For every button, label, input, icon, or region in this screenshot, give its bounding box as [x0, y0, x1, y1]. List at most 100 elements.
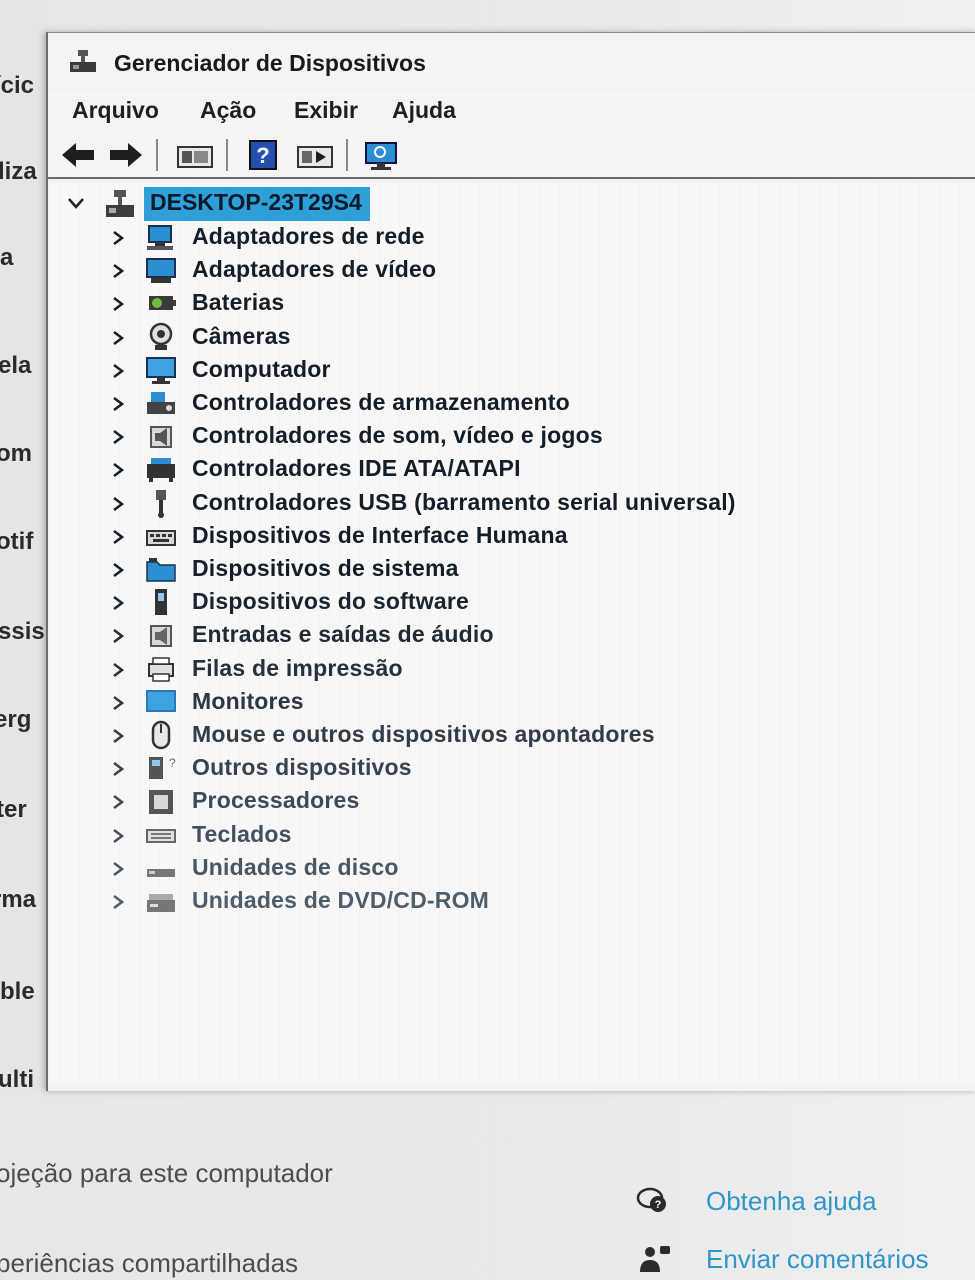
- send-feedback-link[interactable]: Enviar comentários: [706, 1244, 929, 1275]
- tree-node-label[interactable]: Dispositivos do software: [192, 588, 469, 615]
- tree-node[interactable]: Teclados: [108, 819, 908, 851]
- tree-node[interactable]: Dispositivos de Interface Humana: [108, 520, 908, 552]
- tree-node-label[interactable]: Mouse e outros dispositivos apontadores: [192, 721, 655, 748]
- tree-node-label[interactable]: Controladores de som, vídeo e jogos: [192, 422, 603, 449]
- sidebar-fragment[interactable]: a: [0, 244, 13, 272]
- tree-node-label[interactable]: Adaptadores de vídeo: [192, 256, 436, 283]
- tree-node[interactable]: Monitores: [108, 686, 908, 718]
- tree-node-label[interactable]: Entradas e saídas de áudio: [192, 621, 494, 648]
- chevron-right-icon[interactable]: [112, 462, 124, 478]
- help-icon[interactable]: ?: [244, 139, 284, 171]
- settings-text-shared-experiences[interactable]: periências compartilhadas: [0, 1248, 298, 1279]
- tree-node[interactable]: Câmeras: [108, 321, 908, 353]
- chevron-right-icon[interactable]: [112, 363, 124, 379]
- chevron-right-icon[interactable]: [112, 263, 124, 279]
- tree-node[interactable]: ? Outros dispositivos: [108, 752, 908, 784]
- chevron-right-icon[interactable]: [112, 330, 124, 346]
- tree-node[interactable]: Unidades de disco: [108, 852, 908, 884]
- chevron-right-icon[interactable]: [112, 662, 124, 678]
- toolbar-separator: [156, 139, 158, 171]
- sidebar-fragment[interactable]: ter: [0, 796, 27, 824]
- tree-node-label[interactable]: Teclados: [192, 821, 292, 848]
- forward-arrow-icon[interactable]: [106, 139, 146, 171]
- tree-node[interactable]: Baterias: [108, 287, 908, 319]
- computer-name-label[interactable]: DESKTOP-23T29S4: [144, 187, 370, 221]
- chevron-right-icon[interactable]: [112, 728, 124, 744]
- chevron-right-icon[interactable]: [112, 296, 124, 312]
- chevron-right-icon[interactable]: [112, 396, 124, 412]
- tree-node[interactable]: Mouse e outros dispositivos apontadores: [108, 719, 908, 751]
- unknown-device-icon: ?: [149, 756, 176, 780]
- menu-exibir[interactable]: Exibir: [294, 97, 358, 124]
- tree-node-label[interactable]: Unidades de DVD/CD-ROM: [192, 887, 489, 914]
- chevron-right-icon[interactable]: [112, 695, 124, 711]
- chevron-right-icon[interactable]: [112, 794, 124, 810]
- tree-node-label[interactable]: Filas de impressão: [192, 655, 403, 682]
- tree-node[interactable]: Controladores USB (barramento serial uni…: [108, 487, 908, 519]
- tree-node[interactable]: Filas de impressão: [108, 653, 908, 685]
- tree-node-label[interactable]: Controladores de armazenamento: [192, 389, 570, 416]
- tree-node-label[interactable]: Controladores USB (barramento serial uni…: [192, 489, 736, 516]
- back-arrow-icon[interactable]: [58, 139, 98, 171]
- sidebar-fragment[interactable]: om: [0, 440, 32, 468]
- sidebar-fragment[interactable]: ela: [0, 352, 31, 380]
- tree-node[interactable]: Entradas e saídas de áudio: [108, 619, 908, 651]
- feedback-person-icon[interactable]: [638, 1244, 672, 1274]
- tree-node[interactable]: Processadores: [108, 785, 908, 817]
- sidebar-fragment[interactable]: erg: [0, 706, 31, 734]
- tree-node[interactable]: Controladores de armazenamento: [108, 387, 908, 419]
- chevron-right-icon[interactable]: [112, 562, 124, 578]
- sidebar-fragment[interactable]: liza: [0, 158, 37, 186]
- sidebar-fragment[interactable]: ulti: [0, 1066, 34, 1090]
- tree-node[interactable]: Controladores IDE ATA/ATAPI: [108, 453, 908, 485]
- tree-node[interactable]: Adaptadores de vídeo: [108, 254, 908, 286]
- menu-ajuda[interactable]: Ajuda: [392, 97, 456, 124]
- tree-node-label[interactable]: Câmeras: [192, 323, 291, 350]
- chevron-right-icon[interactable]: [112, 761, 124, 777]
- tree-node-label[interactable]: Processadores: [192, 787, 360, 814]
- chevron-right-icon[interactable]: [112, 894, 124, 910]
- tree-node-label[interactable]: Baterias: [192, 289, 284, 316]
- chevron-right-icon[interactable]: [112, 861, 124, 877]
- computer-monitor-icon: [146, 356, 176, 384]
- battery-icon: [149, 296, 176, 311]
- tree-node-label[interactable]: Unidades de disco: [192, 854, 399, 881]
- scan-hardware-icon[interactable]: [362, 139, 402, 171]
- tree-node[interactable]: Dispositivos de sistema: [108, 553, 908, 585]
- sidebar-fragment[interactable]: otif: [0, 528, 33, 556]
- menu-acao[interactable]: Ação: [200, 97, 256, 124]
- menu-arquivo[interactable]: Arquivo: [72, 97, 159, 124]
- chevron-right-icon[interactable]: [112, 595, 124, 611]
- update-driver-icon[interactable]: [294, 139, 334, 171]
- chevron-right-icon[interactable]: [112, 496, 124, 512]
- tree-node[interactable]: Computador: [108, 354, 908, 386]
- chevron-down-icon[interactable]: [68, 197, 84, 209]
- camera-icon: [149, 322, 173, 350]
- printer-icon: [148, 656, 174, 682]
- sidebar-fragment[interactable]: ble: [0, 978, 35, 1006]
- help-chat-icon[interactable]: ?: [636, 1186, 670, 1216]
- chevron-right-icon[interactable]: [112, 230, 124, 246]
- title-bar[interactable]: Gerenciador de Dispositivos: [48, 33, 975, 87]
- sidebar-fragment[interactable]: rma: [0, 886, 36, 914]
- tree-node[interactable]: Controladores de som, vídeo e jogos: [108, 420, 908, 452]
- tree-node-label[interactable]: Controladores IDE ATA/ATAPI: [192, 455, 521, 482]
- tree-node[interactable]: Unidades de DVD/CD-ROM: [108, 885, 908, 917]
- tree-node-label[interactable]: Dispositivos de sistema: [192, 555, 459, 582]
- tree-node-label[interactable]: Outros dispositivos: [192, 754, 412, 781]
- sidebar-fragment[interactable]: ícic: [0, 72, 34, 100]
- tree-node[interactable]: Dispositivos do software: [108, 586, 908, 618]
- chevron-right-icon[interactable]: [112, 429, 124, 445]
- chevron-right-icon[interactable]: [112, 828, 124, 844]
- tree-node-label[interactable]: Adaptadores de rede: [192, 223, 425, 250]
- get-help-link[interactable]: Obtenha ajuda: [706, 1186, 877, 1217]
- tree-node-label[interactable]: Computador: [192, 356, 331, 383]
- tree-node-label[interactable]: Monitores: [192, 688, 304, 715]
- settings-text-projection[interactable]: ojeção para este computador: [0, 1158, 333, 1189]
- properties-icon[interactable]: [174, 139, 214, 171]
- tree-node-label[interactable]: Dispositivos de Interface Humana: [192, 522, 568, 549]
- sidebar-fragment[interactable]: ssis: [0, 618, 45, 646]
- tree-node[interactable]: Adaptadores de rede: [108, 221, 908, 253]
- chevron-right-icon[interactable]: [112, 628, 124, 644]
- chevron-right-icon[interactable]: [112, 529, 124, 545]
